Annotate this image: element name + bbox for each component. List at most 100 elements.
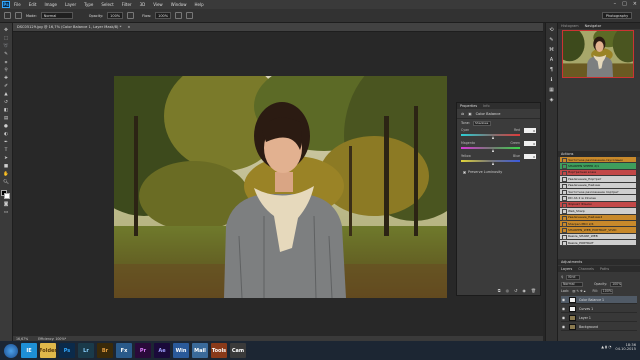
layer-visibility-icon[interactable]: ◉: [561, 306, 566, 311]
quick-mask-icon[interactable]: ◙: [2, 201, 10, 208]
clip-to-layer-icon[interactable]: ⧉: [498, 288, 501, 293]
layer-row[interactable]: ◉ Color Balance 1: [561, 296, 637, 304]
taskbar-app[interactable]: Win: [173, 343, 189, 358]
kind-filter-dropdown[interactable]: Kind: [566, 274, 581, 280]
action-item[interactable]: Resize_PORTRAIT: [560, 240, 636, 247]
lock-icons[interactable]: ▧ ✎ ✥ 🔒︎: [572, 289, 585, 293]
action-item[interactable]: Портретная кожа: [560, 169, 636, 177]
view-previous-icon[interactable]: ◎: [506, 288, 510, 293]
close-button[interactable]: ×: [633, 1, 637, 7]
styles-icon[interactable]: ◈: [550, 97, 554, 103]
clock-date[interactable]: 04.10.2015: [615, 347, 636, 351]
pressure-size-icon[interactable]: [186, 12, 194, 19]
magenta-green-slider[interactable]: Magenta Green 0: [457, 140, 540, 153]
history-icon[interactable]: ⟲: [549, 27, 553, 33]
marquee-tool-icon[interactable]: ⬚: [2, 35, 10, 42]
menu-help[interactable]: Help: [194, 2, 203, 7]
menu-select[interactable]: Select: [101, 2, 113, 7]
eraser-tool-icon[interactable]: ◧: [2, 107, 10, 114]
tone-dropdown[interactable]: Shadows: [472, 120, 491, 126]
lasso-tool-icon[interactable]: ➰: [2, 43, 10, 50]
yellow-blue-slider[interactable]: Yellow Blue 0: [457, 153, 540, 166]
taskbar-app[interactable]: Folder: [39, 343, 57, 358]
action-item[interactable]: SHARPEN_WEB_PORTRAIT_VIVID: [560, 227, 636, 234]
dodge-tool-icon[interactable]: ◐: [2, 131, 10, 138]
paragraph-icon[interactable]: ¶: [550, 67, 553, 73]
layer-row[interactable]: ◉ Curves 1: [561, 305, 637, 313]
action-item[interactable]: Web_Sharp: [560, 208, 636, 215]
layer-visibility-icon[interactable]: ◉: [561, 315, 566, 320]
shape-tool-icon[interactable]: ■: [2, 163, 10, 170]
action-item[interactable]: Увеличение_Портрет: [560, 176, 636, 183]
flow-field[interactable]: 100%: [155, 12, 172, 19]
layer-row[interactable]: ◉ Layer 1: [561, 314, 637, 322]
tab-histogram[interactable]: Histogram: [561, 24, 579, 28]
tab-paths[interactable]: Paths: [600, 267, 609, 271]
fill-field[interactable]: 100%: [600, 288, 613, 294]
tab-navigator[interactable]: Navigator: [585, 24, 602, 28]
mask-icon[interactable]: ▣: [468, 112, 471, 116]
navigator-thumbnail[interactable]: [562, 30, 634, 78]
taskbar-app[interactable]: Mail: [192, 343, 208, 358]
tab-channels[interactable]: Channels: [578, 267, 594, 271]
magenta-green-knob[interactable]: [492, 149, 494, 152]
pressure-opacity-icon[interactable]: [127, 12, 135, 19]
cyan-red-knob[interactable]: [492, 136, 494, 139]
taskbar-app[interactable]: Fx: [116, 343, 132, 358]
menu-layer[interactable]: Layer: [65, 2, 76, 7]
zoom-level[interactable]: 16,67%: [16, 337, 28, 341]
layer-visibility-icon[interactable]: ◉: [561, 324, 566, 329]
start-button[interactable]: [4, 343, 18, 358]
zoom-tool-icon[interactable]: 🔍︎: [2, 179, 10, 186]
taskbar-app[interactable]: Tools: [211, 343, 227, 358]
workspace-switcher[interactable]: Photography: [602, 12, 632, 19]
blend-mode-dropdown[interactable]: Normal: [561, 281, 583, 287]
gradient-tool-icon[interactable]: ▤: [2, 115, 10, 122]
yellow-blue-knob[interactable]: [492, 162, 494, 165]
document-image[interactable]: [114, 76, 447, 298]
healing-tool-icon[interactable]: ✚: [2, 75, 10, 82]
action-item[interactable]: DD AS 2 w Intuose: [560, 195, 636, 202]
hand-tool-icon[interactable]: ✋: [2, 171, 10, 178]
stamp-tool-icon[interactable]: ▲: [2, 91, 10, 98]
visibility-icon[interactable]: ◉: [522, 288, 526, 293]
action-item[interactable]: Sharpen PRO 2/4: [560, 220, 636, 228]
taskbar-app[interactable]: Ae: [154, 343, 170, 358]
minimize-button[interactable]: –: [614, 1, 617, 7]
layer-row[interactable]: ◉ Background: [561, 323, 637, 331]
taskbar-app[interactable]: Cam: [230, 343, 246, 358]
pen-tool-icon[interactable]: ✒: [2, 139, 10, 146]
taskbar-app[interactable]: Lr: [78, 343, 94, 358]
adjustments-header[interactable]: Adjustments: [558, 259, 640, 265]
swatches-icon[interactable]: ▦: [549, 87, 554, 93]
tab-properties[interactable]: Properties: [460, 104, 477, 108]
magenta-green-value[interactable]: 0: [524, 141, 536, 146]
layer-opacity-field[interactable]: 100%: [610, 281, 623, 287]
history-brush-tool-icon[interactable]: ↺: [2, 99, 10, 106]
reset-icon[interactable]: ↺: [514, 288, 517, 293]
tab-layers[interactable]: Layers: [561, 267, 572, 271]
tab-info[interactable]: Info: [483, 104, 489, 108]
document-tab[interactable]: DSC05129.jpg @ 16,7% (Color Balance 1, L…: [13, 23, 543, 32]
quick-select-tool-icon[interactable]: ✎: [2, 51, 10, 58]
action-item[interactable]: Resize_SHARP_WEB: [560, 233, 636, 241]
cyan-red-slider[interactable]: Cyan Red 0: [457, 127, 540, 140]
taskbar-app[interactable]: Pr: [135, 343, 151, 358]
action-item[interactable]: Частотное разложение-гауссовым: [560, 157, 636, 164]
action-item[interactable]: Формат Фоном: [560, 201, 636, 209]
airbrush-icon[interactable]: [175, 12, 183, 19]
preserve-luminosity-checkbox[interactable]: [463, 170, 466, 174]
brush-panel-icon[interactable]: [15, 12, 22, 19]
action-item[interactable]: Увеличение_Пейзаж: [560, 182, 636, 190]
cyan-red-value[interactable]: 0: [524, 128, 536, 133]
opacity-field[interactable]: 100%: [107, 12, 124, 19]
info-icon[interactable]: ℹ: [551, 77, 553, 83]
menu-window[interactable]: Window: [171, 2, 187, 7]
crop-tool-icon[interactable]: ⌗: [2, 59, 10, 66]
maximize-button[interactable]: □: [622, 1, 627, 7]
type-tool-icon[interactable]: T: [2, 147, 10, 154]
menu-image[interactable]: Image: [44, 2, 57, 7]
yellow-blue-value[interactable]: 0: [524, 154, 536, 159]
blur-tool-icon[interactable]: ●: [2, 123, 10, 130]
menu-file[interactable]: File: [14, 2, 21, 7]
